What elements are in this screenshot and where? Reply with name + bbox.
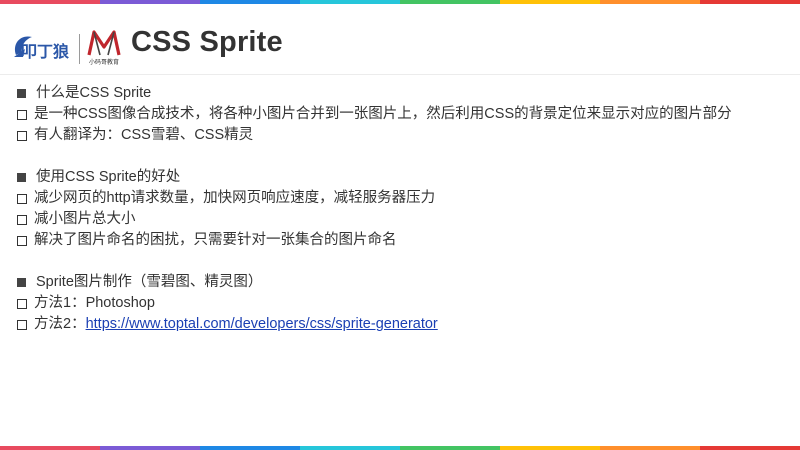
rainbow-segment (500, 446, 600, 450)
section-heading: Sprite图片制作（雪碧图、精灵图） (16, 272, 786, 293)
section-heading: 使用CSS Sprite的好处 (16, 167, 786, 188)
xiaomage-m-icon (87, 30, 121, 56)
heading-text: Sprite图片制作（雪碧图、精灵图） (36, 274, 263, 290)
logo-divider (79, 34, 80, 64)
hollow-square-bullet-icon (17, 193, 27, 204)
rainbow-segment (700, 446, 800, 450)
list-item: 解决了图片命名的困扰，只需要针对一张集合的图片命名 (16, 230, 786, 251)
sprite-generator-link[interactable]: https://www.toptal.com/developers/css/sp… (86, 314, 438, 335)
filled-square-bullet-icon (17, 173, 26, 182)
hollow-square-bullet-icon (17, 214, 27, 225)
logo-right-text: 小码哥教育 (88, 59, 119, 66)
item-text: 减少网页的http请求数量，加快网页响应速度，减轻服务器压力 (34, 190, 436, 206)
slide-content: 什么是CSS Sprite 是一种CSS图像合成技术，将各种小图片合并到一张图片… (16, 83, 786, 335)
koudingla-logo-icon: 叩丁狼 (14, 36, 69, 61)
hollow-square-bullet-icon (17, 319, 27, 330)
rainbow-segment (100, 446, 200, 450)
item-text: 减小图片总大小 (34, 211, 136, 227)
item-text: 方法1：Photoshop (34, 295, 155, 311)
rainbow-segment (200, 446, 300, 450)
hollow-square-bullet-icon (17, 109, 27, 120)
list-item: 方法1：Photoshop (16, 293, 786, 314)
heading-text: 使用CSS Sprite的好处 (36, 169, 181, 185)
slide-header: 叩丁狼 小码哥教育 CSS Sprite (0, 4, 800, 75)
list-item: 减小图片总大小 (16, 209, 786, 230)
hollow-square-bullet-icon (17, 235, 27, 246)
list-item: 是一种CSS图像合成技术，将各种小图片合并到一张图片上，然后利用CSS的背景定位… (16, 104, 786, 125)
filled-square-bullet-icon (17, 278, 26, 287)
rainbow-segment (600, 446, 700, 450)
item-prefix: 方法2： (34, 316, 86, 332)
bottom-rainbow-bar (0, 446, 800, 450)
section-heading: 什么是CSS Sprite (16, 83, 786, 104)
hollow-square-bullet-icon (17, 298, 27, 309)
rainbow-segment (400, 446, 500, 450)
item-text: 是一种CSS图像合成技术，将各种小图片合并到一张图片上，然后利用CSS的背景定位… (34, 106, 732, 122)
logo-left-text: 叩丁狼 (21, 42, 69, 61)
rainbow-segment (0, 446, 100, 450)
filled-square-bullet-icon (17, 89, 26, 98)
list-item: 有人翻译为：CSS雪碧、CSS精灵 (16, 125, 786, 146)
list-item: 减少网页的http请求数量，加快网页响应速度，减轻服务器压力 (16, 188, 786, 209)
rainbow-segment (300, 446, 400, 450)
hollow-square-bullet-icon (17, 130, 27, 141)
page-title: CSS Sprite (131, 26, 283, 58)
item-text: 解决了图片命名的困扰，只需要针对一张集合的图片命名 (34, 232, 397, 248)
heading-text: 什么是CSS Sprite (36, 85, 152, 101)
xiaomage-logo: 小码哥教育 (84, 28, 124, 66)
item-text: 有人翻译为：CSS雪碧、CSS精灵 (34, 127, 254, 143)
list-item: 方法2： https://www.toptal.com/developers/c… (16, 314, 786, 335)
